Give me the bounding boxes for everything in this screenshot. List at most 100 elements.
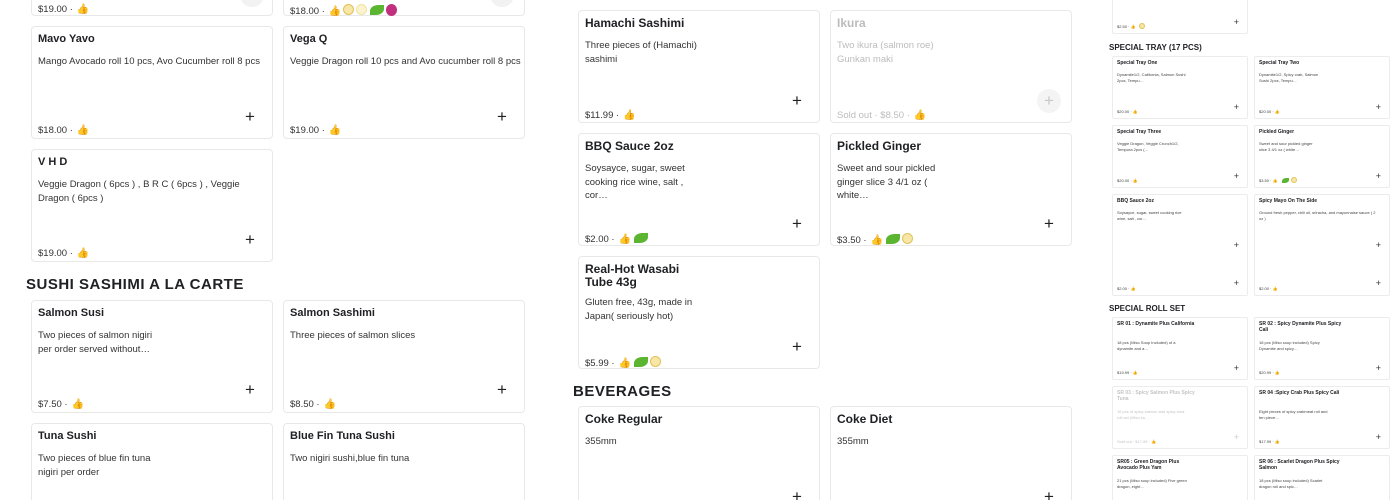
- add-button[interactable]: +: [490, 105, 514, 129]
- item-description: 18 pcs (Miso soup included) Spicy Dynami…: [1259, 340, 1320, 351]
- add-button[interactable]: +: [1376, 364, 1381, 373]
- menu-item-card[interactable]: SR 02 : Spicy Dynamite Plus Spicy Cali 1…: [1254, 317, 1390, 380]
- thumbs-up-icon[interactable]: 👍: [619, 358, 631, 369]
- thumbs-up-icon[interactable]: 👍: [1131, 286, 1136, 291]
- thumbs-up-icon[interactable]: 👍: [1275, 370, 1280, 375]
- add-button[interactable]: +: [240, 0, 264, 7]
- item-title: SR 06 : Scarlet Dragon Plus Spicy Salmon: [1259, 459, 1340, 471]
- add-button[interactable]: +: [1376, 279, 1381, 288]
- item-price: $18.00 ·: [38, 125, 73, 136]
- menu-item-card[interactable]: Special Tray Two Dynamite1/2, Spicy crab…: [1254, 56, 1390, 119]
- thumbs-up-icon[interactable]: 👍: [1273, 178, 1278, 183]
- add-button[interactable]: +: [1234, 279, 1239, 288]
- item-description: 16 pcs of spicy salmon and spicy tuna ro…: [1117, 409, 1185, 420]
- menu-item-card[interactable]: Spicy Mayo On The Side Ground fresh pepp…: [1254, 194, 1390, 296]
- add-button[interactable]: +: [1234, 172, 1239, 181]
- add-button[interactable]: +: [1376, 433, 1381, 442]
- add-button[interactable]: +: [1234, 364, 1239, 373]
- gluten-free-icon: [902, 233, 914, 244]
- item-description: Two pieces of salmon nigiri per order se…: [38, 330, 153, 355]
- menu-item-card[interactable]: V H D Veggie Dragon ( 6pcs ) , B R C ( 6…: [31, 149, 273, 262]
- thumbs-up-icon[interactable]: 👍: [324, 399, 336, 410]
- thumbs-up-icon[interactable]: 👍: [77, 125, 89, 136]
- thumbs-up-icon[interactable]: 👍: [329, 6, 341, 17]
- item-description: 355mm: [837, 436, 869, 447]
- menu-item-card[interactable]: Pickled Ginger Sweet and sour pickled gi…: [830, 133, 1072, 246]
- thumbs-up-icon[interactable]: 👍: [1133, 370, 1138, 375]
- item-title: Coke Regular: [585, 412, 663, 426]
- item-price: Sold out · $17.99 ·: [1117, 439, 1150, 444]
- add-button[interactable]: +: [1234, 433, 1239, 442]
- menu-item-card[interactable]: Real-Hot Wasabi Tube 43g Gluten free, 43…: [578, 256, 820, 369]
- menu-item-card[interactable]: Coke Diet 355mm +: [830, 406, 1072, 500]
- thumbs-up-icon[interactable]: 👍: [1131, 24, 1136, 29]
- thumbs-up-icon[interactable]: 👍: [72, 399, 84, 410]
- item-description: 355mm: [585, 436, 617, 447]
- thumbs-up-icon[interactable]: 👍: [619, 234, 631, 245]
- menu-item-card[interactable]: Blue Fin Tuna Sushi Two nigiri sushi,blu…: [283, 423, 525, 500]
- vegan-leaf-icon: [634, 233, 649, 243]
- thumbs-up-icon[interactable]: 👍: [1133, 178, 1138, 183]
- add-button[interactable]: +: [1234, 18, 1239, 27]
- item-price: $17.99 ·: [1259, 439, 1274, 444]
- item-price: $19.00 ·: [38, 248, 73, 259]
- item-description: Soysayce, sugar, sweet cooking rice wine…: [585, 163, 685, 201]
- menu-item-card[interactable]: SR 04 :Spicy Crab Plus Spicy Cali Eight …: [1254, 386, 1390, 449]
- thumbs-up-icon[interactable]: 👍: [1275, 109, 1280, 114]
- add-button[interactable]: +: [238, 105, 262, 129]
- thumbs-up-icon[interactable]: 👍: [77, 248, 89, 259]
- add-button[interactable]: +: [1037, 212, 1061, 236]
- thumbs-up-icon[interactable]: 👍: [1275, 439, 1280, 444]
- menu-item-card[interactable]: SR 06 : Scarlet Dragon Plus Spicy Salmon…: [1254, 455, 1390, 500]
- menu-item-card[interactable]: $19.00 · 👍 +: [31, 0, 273, 16]
- menu-item-card[interactable]: Ikura Two ikura (salmon roe) Gunkan maki…: [830, 10, 1072, 123]
- item-title: Tuna Sushi: [38, 430, 97, 442]
- menu-item-card[interactable]: $18.00 · 👍 +: [283, 0, 525, 17]
- add-button[interactable]: +: [1037, 485, 1061, 500]
- item-title: Pickled Ginger: [837, 139, 922, 153]
- menu-item-card[interactable]: Salmon Susi Two pieces of salmon nigiri …: [31, 300, 273, 413]
- thumbs-up-icon[interactable]: 👍: [871, 235, 883, 246]
- menu-item-card[interactable]: Coke Regular 355mm +: [578, 406, 820, 500]
- menu-item-card[interactable]: SR 03 : Spicy Salmon Plus Spicy Tuna 16 …: [1112, 386, 1248, 449]
- add-button[interactable]: +: [785, 485, 809, 500]
- menu-item-card[interactable]: Tuna Sushi Two pieces of blue fin tuna n…: [31, 423, 273, 500]
- menu-item-card[interactable]: Mavo Yavo Mango Avocado roll 10 pcs, Avo…: [31, 26, 273, 139]
- add-button[interactable]: +: [238, 378, 262, 402]
- thumbs-up-icon[interactable]: 👍: [1151, 439, 1156, 444]
- add-button[interactable]: +: [490, 378, 514, 402]
- add-button[interactable]: +: [238, 228, 262, 252]
- menu-item-card[interactable]: Hamachi Sashimi Three pieces of (Hamachi…: [578, 10, 820, 123]
- sun-icon: [356, 4, 368, 15]
- menu-item-card[interactable]: Special Tray One Dynamite1/2, California…: [1112, 56, 1248, 119]
- menu-item-card[interactable]: $2.50 · 👍 +: [1112, 0, 1248, 34]
- menu-item-card[interactable]: BBQ Sauce 2oz Soysayce, sugar, sweet coo…: [578, 133, 820, 246]
- add-button[interactable]: +: [1376, 172, 1381, 181]
- thumbs-up-icon[interactable]: 👍: [1133, 109, 1138, 114]
- menu-item-card[interactable]: BBQ Sauce 2oz Soysayce, sugar, sweet coo…: [1112, 194, 1248, 296]
- menu-item-card[interactable]: Salmon Sashimi Three pieces of salmon sl…: [283, 300, 525, 413]
- add-button[interactable]: +: [1376, 103, 1381, 112]
- add-button[interactable]: +: [490, 0, 514, 7]
- add-button[interactable]: +: [1037, 89, 1061, 113]
- add-button[interactable]: +: [785, 212, 809, 236]
- thumbs-up-icon[interactable]: 👍: [914, 110, 926, 121]
- thumbs-up-icon[interactable]: 👍: [1273, 286, 1278, 291]
- menu-item-card[interactable]: Vega Q Veggie Dragon roll 10 pcs and Avo…: [283, 26, 525, 139]
- add-button[interactable]: +: [785, 335, 809, 359]
- add-button[interactable]: +: [1376, 241, 1381, 250]
- add-button[interactable]: +: [1234, 103, 1239, 112]
- add-button[interactable]: +: [785, 89, 809, 113]
- thumbs-up-icon[interactable]: 👍: [623, 110, 635, 121]
- menu-item-card[interactable]: SR 01 : Dynamite Plus California 18 pcs …: [1112, 317, 1248, 380]
- item-description: Veggie Dragon, Veggie Crunch1/2, Tempura…: [1117, 141, 1179, 152]
- menu-item-card[interactable]: Pickled Ginger Sweet and sour pickled gi…: [1254, 125, 1390, 188]
- thumbs-up-icon[interactable]: 👍: [329, 125, 341, 136]
- add-button[interactable]: +: [1234, 241, 1239, 250]
- item-description: Soysayce, sugar, sweet cooking rice wine…: [1117, 210, 1182, 221]
- item-title: Ikura: [837, 16, 866, 30]
- menu-item-card[interactable]: SR05 : Green Dragon Plus Avocado Plus Ya…: [1112, 455, 1248, 500]
- item-price: $2.00 ·: [585, 234, 615, 245]
- thumbs-up-icon[interactable]: 👍: [77, 4, 89, 15]
- menu-item-card[interactable]: Special Tray Three Veggie Dragon, Veggie…: [1112, 125, 1248, 188]
